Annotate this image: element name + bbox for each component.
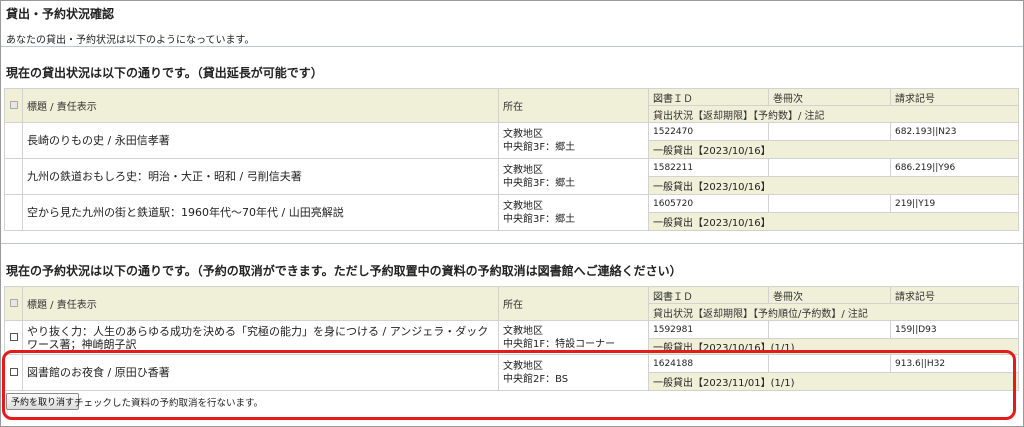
item-book-id: 1522470 (648, 122, 769, 141)
col-header-volume: 巻冊次 (768, 286, 891, 304)
loans-table: 標題 / 責任表示 所在 図書ＩＤ 巻冊次 請求記号 貸出状況【返却期限】【予約… (4, 88, 1019, 231)
item-book-id: 1605720 (648, 194, 769, 213)
item-title[interactable]: 九州の鉄道おもしろ史：明治・大正・昭和 / 弓削信夫著 (22, 158, 499, 195)
cancel-note: チェックした資料の予約取消を行ないます。 (74, 398, 264, 409)
page-description: あなたの貸出・予約状況は以下のようになっています。 (6, 35, 255, 46)
reservations-select-all-checkbox (4, 286, 23, 321)
reservation-checkbox[interactable] (4, 320, 23, 355)
item-status: 一般貸出【2023/10/16】 (648, 176, 1019, 195)
divider (1, 243, 1023, 244)
item-book-id: 1624188 (648, 354, 769, 373)
item-location: 文教地区 中央館1F：特設コーナー (498, 320, 649, 355)
item-volume (768, 122, 891, 141)
page-title: 貸出・予約状況確認 (6, 7, 115, 21)
table-row: 長崎のりもの史 / 永田信孝著 文教地区 中央館3F：郷土 1522470 682… (4, 122, 1019, 159)
col-header-title: 標題 / 責任表示 (22, 88, 499, 123)
table-row: 図書館のお夜食 / 原田ひ香著 文教地区 中央館2F：BS 1624188 913… (4, 354, 1019, 391)
divider (1, 46, 1023, 47)
reservations-table: 標題 / 責任表示 所在 図書ＩＤ 巻冊次 請求記号 貸出状況【返却期限】【予約… (4, 286, 1019, 391)
item-status: 一般貸出【2023/10/16】(1/1) (648, 338, 1019, 355)
item-status: 一般貸出【2023/10/16】 (648, 212, 1019, 231)
col-header-title: 標題 / 責任表示 (22, 286, 499, 321)
col-header-status: 貸出状況【返却期限】【予約順位/予約数】/ 注記 (648, 303, 1019, 321)
table-row: 空から見た九州の街と鉄道駅：1960年代～70年代 / 山田亮解説 文教地区 中央… (4, 194, 1019, 231)
item-status: 一般貸出【2023/10/16】 (648, 140, 1019, 159)
item-call-number: 913.6||H32 (890, 354, 1019, 373)
table-row: 九州の鉄道おもしろ史：明治・大正・昭和 / 弓削信夫著 文教地区 中央館3F：郷土… (4, 158, 1019, 195)
col-header-volume: 巻冊次 (768, 88, 891, 106)
loans-heading: 現在の貸出状況は以下の通りです。（貸出延長が可能です） (6, 66, 323, 80)
item-call-number: 682.193||N23 (890, 122, 1019, 141)
item-call-number: 159||D93 (890, 320, 1019, 339)
col-header-status: 貸出状況【返却期限】【予約数】/ 注記 (648, 105, 1019, 123)
col-header-call-number: 請求記号 (890, 88, 1019, 106)
item-book-id: 1582211 (648, 158, 769, 177)
item-status: 一般貸出【2023/11/01】(1/1) (648, 372, 1019, 391)
item-location: 文教地区 中央館3F：郷土 (498, 122, 649, 159)
loans-select-all-checkbox (4, 88, 23, 123)
item-volume (768, 354, 891, 373)
reservation-checkbox[interactable] (4, 354, 23, 391)
item-title[interactable]: 長崎のりもの史 / 永田信孝著 (22, 122, 499, 159)
col-header-book-id: 図書ＩＤ (648, 88, 769, 106)
col-header-location: 所在 (498, 286, 649, 321)
item-call-number: 686.219||Y96 (890, 158, 1019, 177)
item-volume (768, 158, 891, 177)
item-location: 文教地区 中央館2F：BS (498, 354, 649, 391)
item-title[interactable]: 図書館のお夜食 / 原田ひ香著 (22, 354, 499, 391)
item-location: 文教地区 中央館3F：郷土 (498, 194, 649, 231)
item-volume (768, 320, 891, 339)
item-location: 文教地区 中央館3F：郷土 (498, 158, 649, 195)
item-volume (768, 194, 891, 213)
col-header-location: 所在 (498, 88, 649, 123)
item-title[interactable]: 空から見た九州の街と鉄道駅：1960年代～70年代 / 山田亮解説 (22, 194, 499, 231)
reservations-heading: 現在の予約状況は以下の通りです。（予約の取消ができます。ただし予約取置中の資料の… (6, 264, 682, 278)
item-book-id: 1592981 (648, 320, 769, 339)
cancel-reservation-button[interactable]: 予約を取り消す (6, 393, 80, 410)
table-row: やり抜く力：人生のあらゆる成功を決める「究極の能力」を身につける / アンジェラ… (4, 320, 1019, 355)
item-call-number: 219||Y19 (890, 194, 1019, 213)
col-header-book-id: 図書ＩＤ (648, 286, 769, 304)
col-header-call-number: 請求記号 (890, 286, 1019, 304)
item-title[interactable]: やり抜く力：人生のあらゆる成功を決める「究極の能力」を身につける / アンジェラ… (22, 320, 499, 355)
